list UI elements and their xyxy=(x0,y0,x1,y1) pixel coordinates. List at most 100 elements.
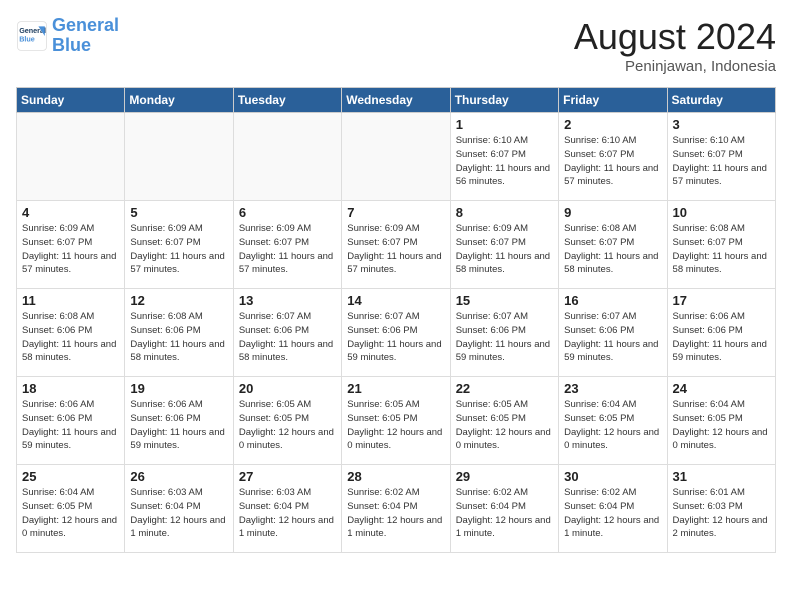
day-info: Sunrise: 6:03 AM Sunset: 6:04 PM Dayligh… xyxy=(239,486,336,541)
calendar-cell: 20 Sunrise: 6:05 AM Sunset: 6:05 PM Dayli… xyxy=(233,377,341,465)
calendar-cell: 10 Sunrise: 6:08 AM Sunset: 6:07 PM Dayli… xyxy=(667,201,775,289)
logo: General Blue GeneralBlue xyxy=(16,16,119,56)
day-number: 24 xyxy=(673,381,770,396)
day-info: Sunrise: 6:08 AM Sunset: 6:06 PM Dayligh… xyxy=(22,310,119,365)
calendar-table: SundayMondayTuesdayWednesdayThursdayFrid… xyxy=(16,87,776,553)
calendar-cell xyxy=(233,113,341,201)
day-number: 30 xyxy=(564,469,661,484)
day-info: Sunrise: 6:06 AM Sunset: 6:06 PM Dayligh… xyxy=(22,398,119,453)
day-info: Sunrise: 6:02 AM Sunset: 6:04 PM Dayligh… xyxy=(564,486,661,541)
week-row-2: 4 Sunrise: 6:09 AM Sunset: 6:07 PM Daylig… xyxy=(17,201,776,289)
day-info: Sunrise: 6:03 AM Sunset: 6:04 PM Dayligh… xyxy=(130,486,227,541)
calendar-cell: 28Sunrise: 6:02 AM Sunset: 6:04 PM Dayli… xyxy=(342,465,450,553)
day-info: Sunrise: 6:08 AM Sunset: 6:06 PM Dayligh… xyxy=(130,310,227,365)
day-number: 1 xyxy=(456,117,553,132)
title-block: August 2024 Peninjawan, Indonesia xyxy=(574,16,776,75)
logo-icon: General Blue xyxy=(16,20,48,52)
day-info: Sunrise: 6:10 AM Sunset: 6:07 PM Dayligh… xyxy=(564,134,661,189)
day-number: 10 xyxy=(673,205,770,220)
day-info: Sunrise: 6:04 AM Sunset: 6:05 PM Dayligh… xyxy=(564,398,661,453)
calendar-cell: 6Sunrise: 6:09 AM Sunset: 6:07 PM Daylig… xyxy=(233,201,341,289)
day-number: 5 xyxy=(130,205,227,220)
weekday-header-friday: Friday xyxy=(559,88,667,113)
week-row-1: 1 Sunrise: 6:10 AM Sunset: 6:07 PM Daylig… xyxy=(17,113,776,201)
day-info: Sunrise: 6:09 AM Sunset: 6:07 PM Dayligh… xyxy=(130,222,227,277)
calendar-cell: 5 Sunrise: 6:09 AM Sunset: 6:07 PM Daylig… xyxy=(125,201,233,289)
day-info: Sunrise: 6:08 AM Sunset: 6:07 PM Dayligh… xyxy=(673,222,770,277)
day-number: 19 xyxy=(130,381,227,396)
day-number: 16 xyxy=(564,293,661,308)
weekday-header-monday: Monday xyxy=(125,88,233,113)
month-year-title: August 2024 xyxy=(574,16,776,58)
week-row-5: 25 Sunrise: 6:04 AM Sunset: 6:05 PM Dayli… xyxy=(17,465,776,553)
day-info: Sunrise: 6:04 AM Sunset: 6:05 PM Dayligh… xyxy=(673,398,770,453)
day-info: Sunrise: 6:05 AM Sunset: 6:05 PM Dayligh… xyxy=(456,398,553,453)
weekday-header-saturday: Saturday xyxy=(667,88,775,113)
weekday-header-row: SundayMondayTuesdayWednesdayThursdayFrid… xyxy=(17,88,776,113)
day-info: Sunrise: 6:09 AM Sunset: 6:07 PM Dayligh… xyxy=(347,222,444,277)
day-number: 17 xyxy=(673,293,770,308)
calendar-cell xyxy=(17,113,125,201)
calendar-cell: 18Sunrise: 6:06 AM Sunset: 6:06 PM Dayli… xyxy=(17,377,125,465)
day-info: Sunrise: 6:07 AM Sunset: 6:06 PM Dayligh… xyxy=(564,310,661,365)
day-info: Sunrise: 6:08 AM Sunset: 6:07 PM Dayligh… xyxy=(564,222,661,277)
calendar-cell: 26 Sunrise: 6:03 AM Sunset: 6:04 PM Dayli… xyxy=(125,465,233,553)
calendar-cell: 24 Sunrise: 6:04 AM Sunset: 6:05 PM Dayli… xyxy=(667,377,775,465)
weekday-header-thursday: Thursday xyxy=(450,88,558,113)
day-info: Sunrise: 6:09 AM Sunset: 6:07 PM Dayligh… xyxy=(456,222,553,277)
calendar-cell: 23 Sunrise: 6:04 AM Sunset: 6:05 PM Dayli… xyxy=(559,377,667,465)
day-number: 8 xyxy=(456,205,553,220)
calendar-cell: 7 Sunrise: 6:09 AM Sunset: 6:07 PM Daylig… xyxy=(342,201,450,289)
day-number: 26 xyxy=(130,469,227,484)
calendar-cell: 25 Sunrise: 6:04 AM Sunset: 6:05 PM Dayli… xyxy=(17,465,125,553)
day-info: Sunrise: 6:07 AM Sunset: 6:06 PM Dayligh… xyxy=(456,310,553,365)
day-info: Sunrise: 6:10 AM Sunset: 6:07 PM Dayligh… xyxy=(673,134,770,189)
week-row-3: 11 Sunrise: 6:08 AM Sunset: 6:06 PM Dayli… xyxy=(17,289,776,377)
day-number: 3 xyxy=(673,117,770,132)
page-header: General Blue GeneralBlue August 2024 Pen… xyxy=(16,16,776,75)
calendar-cell: 15 Sunrise: 6:07 AM Sunset: 6:06 PM Dayli… xyxy=(450,289,558,377)
calendar-cell: 2Sunrise: 6:10 AM Sunset: 6:07 PM Daylig… xyxy=(559,113,667,201)
calendar-cell: 19 Sunrise: 6:06 AM Sunset: 6:06 PM Dayli… xyxy=(125,377,233,465)
calendar-cell: 22 Sunrise: 6:05 AM Sunset: 6:05 PM Dayli… xyxy=(450,377,558,465)
week-row-4: 18Sunrise: 6:06 AM Sunset: 6:06 PM Dayli… xyxy=(17,377,776,465)
day-number: 29 xyxy=(456,469,553,484)
day-info: Sunrise: 6:01 AM Sunset: 6:03 PM Dayligh… xyxy=(673,486,770,541)
day-number: 15 xyxy=(456,293,553,308)
day-number: 25 xyxy=(22,469,119,484)
day-info: Sunrise: 6:10 AM Sunset: 6:07 PM Dayligh… xyxy=(456,134,553,189)
day-number: 9 xyxy=(564,205,661,220)
calendar-cell: 17Sunrise: 6:06 AM Sunset: 6:06 PM Dayli… xyxy=(667,289,775,377)
calendar-cell: 9 Sunrise: 6:08 AM Sunset: 6:07 PM Daylig… xyxy=(559,201,667,289)
calendar-cell: 14Sunrise: 6:07 AM Sunset: 6:06 PM Dayli… xyxy=(342,289,450,377)
day-info: Sunrise: 6:06 AM Sunset: 6:06 PM Dayligh… xyxy=(130,398,227,453)
calendar-cell: 12 Sunrise: 6:08 AM Sunset: 6:06 PM Dayli… xyxy=(125,289,233,377)
day-number: 23 xyxy=(564,381,661,396)
calendar-cell: 21Sunrise: 6:05 AM Sunset: 6:05 PM Dayli… xyxy=(342,377,450,465)
day-number: 20 xyxy=(239,381,336,396)
day-info: Sunrise: 6:05 AM Sunset: 6:05 PM Dayligh… xyxy=(239,398,336,453)
calendar-cell: 1 Sunrise: 6:10 AM Sunset: 6:07 PM Daylig… xyxy=(450,113,558,201)
day-number: 31 xyxy=(673,469,770,484)
day-info: Sunrise: 6:04 AM Sunset: 6:05 PM Dayligh… xyxy=(22,486,119,541)
day-info: Sunrise: 6:02 AM Sunset: 6:04 PM Dayligh… xyxy=(347,486,444,541)
calendar-cell: 8 Sunrise: 6:09 AM Sunset: 6:07 PM Daylig… xyxy=(450,201,558,289)
logo-text: GeneralBlue xyxy=(52,16,119,56)
calendar-cell: 29Sunrise: 6:02 AM Sunset: 6:04 PM Dayli… xyxy=(450,465,558,553)
day-info: Sunrise: 6:07 AM Sunset: 6:06 PM Dayligh… xyxy=(347,310,444,365)
calendar-cell: 16 Sunrise: 6:07 AM Sunset: 6:06 PM Dayli… xyxy=(559,289,667,377)
calendar-cell: 4Sunrise: 6:09 AM Sunset: 6:07 PM Daylig… xyxy=(17,201,125,289)
calendar-cell: 31 Sunrise: 6:01 AM Sunset: 6:03 PM Dayli… xyxy=(667,465,775,553)
day-number: 11 xyxy=(22,293,119,308)
svg-text:Blue: Blue xyxy=(19,34,35,43)
calendar-cell xyxy=(125,113,233,201)
calendar-cell: 13Sunrise: 6:07 AM Sunset: 6:06 PM Dayli… xyxy=(233,289,341,377)
day-number: 4 xyxy=(22,205,119,220)
day-number: 12 xyxy=(130,293,227,308)
calendar-cell: 11 Sunrise: 6:08 AM Sunset: 6:06 PM Dayli… xyxy=(17,289,125,377)
day-info: Sunrise: 6:05 AM Sunset: 6:05 PM Dayligh… xyxy=(347,398,444,453)
day-number: 13 xyxy=(239,293,336,308)
calendar-cell: 30 Sunrise: 6:02 AM Sunset: 6:04 PM Dayli… xyxy=(559,465,667,553)
day-number: 22 xyxy=(456,381,553,396)
day-number: 7 xyxy=(347,205,444,220)
